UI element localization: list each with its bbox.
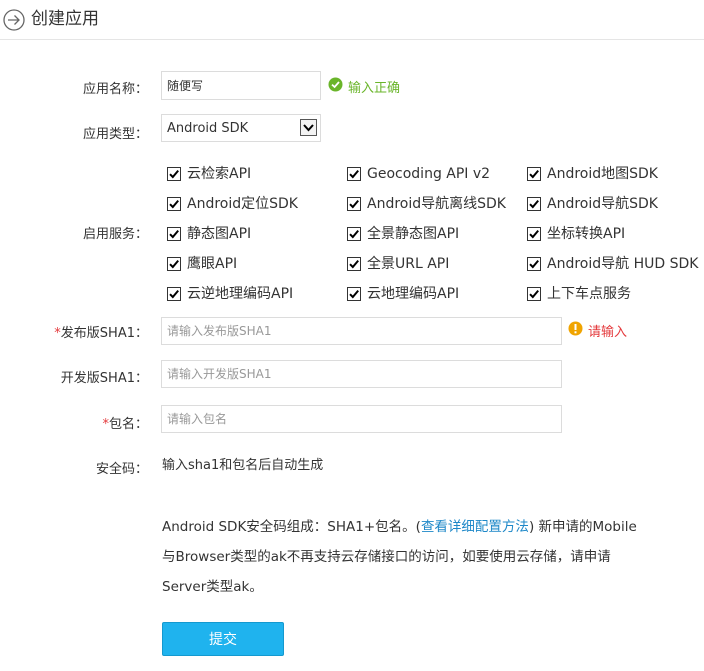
service-checkbox-item[interactable]: 全景静态图API — [347, 224, 459, 244]
service-checkbox-label: Android导航离线SDK — [367, 196, 506, 212]
service-checkbox[interactable] — [527, 257, 541, 271]
package-label-text: 包名： — [108, 417, 148, 432]
service-checkbox[interactable] — [347, 167, 361, 181]
checkmark-icon — [169, 199, 179, 209]
service-checkbox-item[interactable]: 云地理编码API — [347, 284, 459, 304]
release-sha1-input[interactable] — [161, 317, 562, 345]
release-sha1-warning: 请输入 — [568, 321, 628, 340]
info-line-2: 与Browser类型的ak不再支持云存储接口的访问，如要使用云存储，请申请 — [162, 549, 611, 565]
service-checkbox[interactable] — [347, 287, 361, 301]
service-checkbox-item[interactable]: Android导航 HUD SDK — [527, 254, 698, 274]
service-checkbox-item[interactable]: 静态图API — [167, 224, 251, 244]
release-sha1-label: *发布版SHA1： — [0, 325, 148, 343]
service-checkbox-label: 云检索API — [187, 166, 252, 182]
service-checkbox-label: 鹰眼API — [187, 256, 238, 272]
service-checkbox[interactable] — [167, 197, 181, 211]
info-line-1: Android SDK安全码组成：SHA1+包名。(查看详细配置方法) 新申请的… — [162, 512, 662, 542]
service-checkbox[interactable] — [347, 257, 361, 271]
page-title: 创建应用 — [31, 9, 99, 29]
service-checkbox-item[interactable]: Android导航离线SDK — [347, 194, 506, 214]
app-name-valid-indicator: 输入正确 — [328, 77, 401, 96]
service-checkbox-item[interactable]: Android导航SDK — [527, 194, 658, 214]
service-checkbox-label: 云地理编码API — [367, 286, 460, 302]
back-arrow-circle-icon[interactable] — [3, 9, 25, 31]
service-checkbox-label: 云逆地理编码API — [187, 286, 294, 302]
app-name-label: 应用名称： — [82, 82, 148, 97]
service-checkbox[interactable] — [527, 197, 541, 211]
checkmark-icon — [349, 199, 359, 209]
app-type-selected-value: Android SDK — [167, 121, 249, 136]
service-checkbox-item[interactable]: Geocoding API v2 — [347, 164, 490, 184]
page-header: 创建应用 — [0, 0, 704, 40]
checkmark-icon — [529, 199, 539, 209]
checkmark-icon — [349, 229, 359, 239]
app-name-valid-text: 输入正确 — [348, 80, 401, 96]
checkmark-icon — [529, 289, 539, 299]
service-checkbox-label: 静态图API — [187, 226, 252, 242]
service-checkbox[interactable] — [347, 197, 361, 211]
service-checkbox-item[interactable]: 云逆地理编码API — [167, 284, 293, 304]
service-checkbox-label: Android导航 HUD SDK — [547, 256, 699, 272]
service-checkbox[interactable] — [167, 167, 181, 181]
service-checkbox-item[interactable]: 坐标转换API — [527, 224, 625, 244]
config-help-link[interactable]: 查看详细配置方法 — [421, 519, 529, 535]
package-input[interactable] — [161, 405, 562, 433]
service-checkbox-item[interactable]: 云检索API — [167, 164, 251, 184]
security-code-value: 输入sha1和包名后自动生成 — [162, 458, 324, 473]
info-line-3: Server类型ak。 — [162, 579, 263, 595]
check-circle-icon — [328, 77, 343, 96]
service-checkbox[interactable] — [167, 257, 181, 271]
checkmark-icon — [169, 289, 179, 299]
service-checkbox-label: 上下车点服务 — [547, 286, 631, 302]
service-checkbox-label: Android定位SDK — [187, 196, 298, 212]
service-checkbox-label: 坐标转换API — [547, 226, 626, 242]
app-name-input[interactable] — [161, 71, 321, 100]
checkmark-icon — [529, 229, 539, 239]
checkmark-icon — [169, 169, 179, 179]
service-checkbox-label: Geocoding API v2 — [367, 166, 491, 182]
service-checkbox-label: 全景URL API — [367, 256, 450, 272]
checkmark-icon — [529, 259, 539, 269]
checkmark-icon — [169, 259, 179, 269]
service-checkbox-item[interactable]: Android定位SDK — [167, 194, 298, 214]
release-sha1-warning-text: 请输入 — [588, 324, 628, 340]
info-text: Android SDK安全码组成：SHA1+包名。( — [162, 519, 421, 535]
package-label: *包名： — [0, 416, 148, 434]
service-checkbox-item[interactable]: 鹰眼API — [167, 254, 237, 274]
dev-sha1-label: 开发版SHA1： — [60, 371, 148, 386]
submit-button[interactable]: 提交 — [162, 622, 284, 656]
service-checkbox-item[interactable]: Android地图SDK — [527, 164, 658, 184]
app-type-label: 应用类型： — [82, 127, 148, 142]
security-code-label: 安全码： — [95, 462, 148, 477]
service-checkbox-label: 全景静态图API — [367, 226, 460, 242]
checkmark-icon — [349, 289, 359, 299]
checkmark-icon — [349, 169, 359, 179]
exclamation-circle-icon — [568, 321, 583, 340]
service-checkbox-label: Android地图SDK — [547, 166, 658, 182]
info-text: ) 新申请的Mobile — [528, 519, 637, 535]
service-checkbox[interactable] — [167, 227, 181, 241]
info-paragraph: Android SDK安全码组成：SHA1+包名。(查看详细配置方法) 新申请的… — [162, 512, 662, 602]
service-checkbox[interactable] — [167, 287, 181, 301]
service-checkbox[interactable] — [527, 227, 541, 241]
chevron-down-icon[interactable] — [300, 119, 317, 136]
release-sha1-label-text: 发布版SHA1： — [60, 326, 148, 341]
service-checkbox[interactable] — [347, 227, 361, 241]
service-checkbox-label: Android导航SDK — [547, 196, 658, 212]
app-type-select[interactable]: Android SDK — [161, 114, 321, 142]
service-checkbox[interactable] — [527, 167, 541, 181]
checkmark-icon — [349, 259, 359, 269]
service-checkbox-item[interactable]: 全景URL API — [347, 254, 449, 274]
service-checkbox[interactable] — [527, 287, 541, 301]
checkmark-icon — [529, 169, 539, 179]
checkmark-icon — [169, 229, 179, 239]
dev-sha1-input[interactable] — [161, 360, 562, 388]
services-label: 启用服务： — [82, 227, 148, 242]
service-checkbox-item[interactable]: 上下车点服务 — [527, 284, 631, 304]
